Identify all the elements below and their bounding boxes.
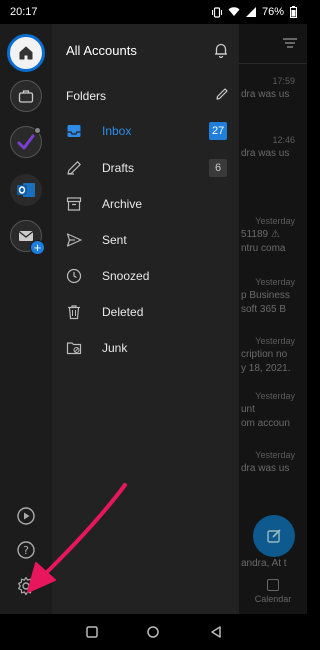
- status-icons: 76%: [211, 6, 297, 18]
- folder-label: Archive: [102, 197, 143, 211]
- list-item: Yesterday 51189 ⚠ ntru coma: [241, 216, 295, 254]
- back-icon[interactable]: [209, 625, 223, 639]
- status-time: 20:17: [10, 6, 38, 18]
- folder-snoozed[interactable]: Snoozed: [52, 258, 239, 294]
- account-rail: + ?: [0, 24, 52, 614]
- add-account-button[interactable]: +: [10, 220, 45, 255]
- checkmark-account-icon: [17, 134, 35, 150]
- settings-icon[interactable]: [16, 576, 36, 596]
- help-icon[interactable]: ?: [16, 540, 36, 560]
- notification-dot: [34, 127, 41, 134]
- folder-label: Sent: [102, 233, 127, 247]
- briefcase-icon: [18, 90, 34, 103]
- folder-drafts[interactable]: Drafts 6: [52, 150, 239, 186]
- clock-icon: [66, 268, 82, 284]
- svg-text:?: ?: [23, 544, 29, 557]
- folder-label: Junk: [102, 341, 128, 355]
- background-message-list: 17:59 dra was us 12:46 dra was us Yester…: [239, 24, 307, 614]
- personal-account-button[interactable]: [10, 126, 42, 158]
- filter-icon: [283, 38, 297, 48]
- wifi-icon: [228, 7, 240, 16]
- folder-sent[interactable]: Sent: [52, 222, 239, 258]
- battery-icon: [290, 6, 297, 18]
- compose-icon: [267, 529, 281, 543]
- edit-folders-icon[interactable]: [215, 87, 229, 101]
- drafts-icon: [67, 161, 81, 175]
- list-item: Yesterday cription no y 18, 2021.: [241, 336, 295, 374]
- status-bar: 20:17 76%: [0, 0, 307, 24]
- folder-junk[interactable]: Junk: [52, 330, 239, 366]
- account-title: All Accounts: [66, 43, 137, 58]
- folder-inbox[interactable]: Inbox 27: [52, 113, 239, 149]
- signal-icon: [245, 7, 256, 17]
- folder-label: Snoozed: [102, 269, 150, 283]
- play-icon[interactable]: [16, 506, 36, 526]
- battery-text: 76%: [261, 6, 284, 18]
- list-item: Yesterday dra was us: [241, 450, 295, 474]
- junk-folder-icon: [66, 342, 82, 355]
- calendar-icon: [267, 579, 279, 591]
- home-icon: [19, 46, 33, 60]
- folders-heading: Folders: [66, 89, 107, 103]
- inbox-icon: [67, 125, 81, 137]
- folder-label: Deleted: [102, 305, 144, 319]
- folder-archive[interactable]: Archive: [52, 186, 239, 222]
- list-item: 17:59 dra was us: [241, 76, 295, 100]
- compose-button: [253, 515, 295, 557]
- vibrate-icon: [211, 6, 222, 18]
- recents-icon[interactable]: [85, 625, 99, 639]
- system-navigation-bar: [0, 614, 307, 650]
- sent-icon: [66, 233, 82, 247]
- folder-drawer: All Accounts Folders Inbox 27 Drafts 6 A…: [52, 24, 239, 614]
- archive-icon: [66, 197, 82, 211]
- folder-label: Inbox: [102, 124, 132, 138]
- trash-icon: [68, 305, 80, 320]
- list-item: andra, At t: [241, 558, 287, 569]
- list-item: 12:46 dra was us: [241, 135, 295, 159]
- count-badge: 6: [209, 159, 227, 177]
- add-account-icon: [18, 230, 34, 241]
- bell-icon[interactable]: [213, 42, 229, 58]
- home-nav-icon[interactable]: [146, 625, 160, 639]
- list-item: Yesterday unt om accoun: [241, 391, 295, 429]
- calendar-tab: Calendar: [239, 579, 307, 604]
- list-item: Yesterday p Business soft 365 B: [241, 277, 295, 315]
- home-button[interactable]: [7, 34, 45, 72]
- background-header: [239, 24, 307, 64]
- folder-label: Drafts: [102, 161, 135, 175]
- unread-count-badge: 27: [209, 122, 228, 140]
- outlook-account-button[interactable]: [10, 174, 42, 206]
- outlook-icon: [17, 183, 35, 197]
- folder-deleted[interactable]: Deleted: [52, 294, 239, 330]
- work-account-button[interactable]: [10, 80, 42, 112]
- plus-icon: +: [30, 240, 45, 255]
